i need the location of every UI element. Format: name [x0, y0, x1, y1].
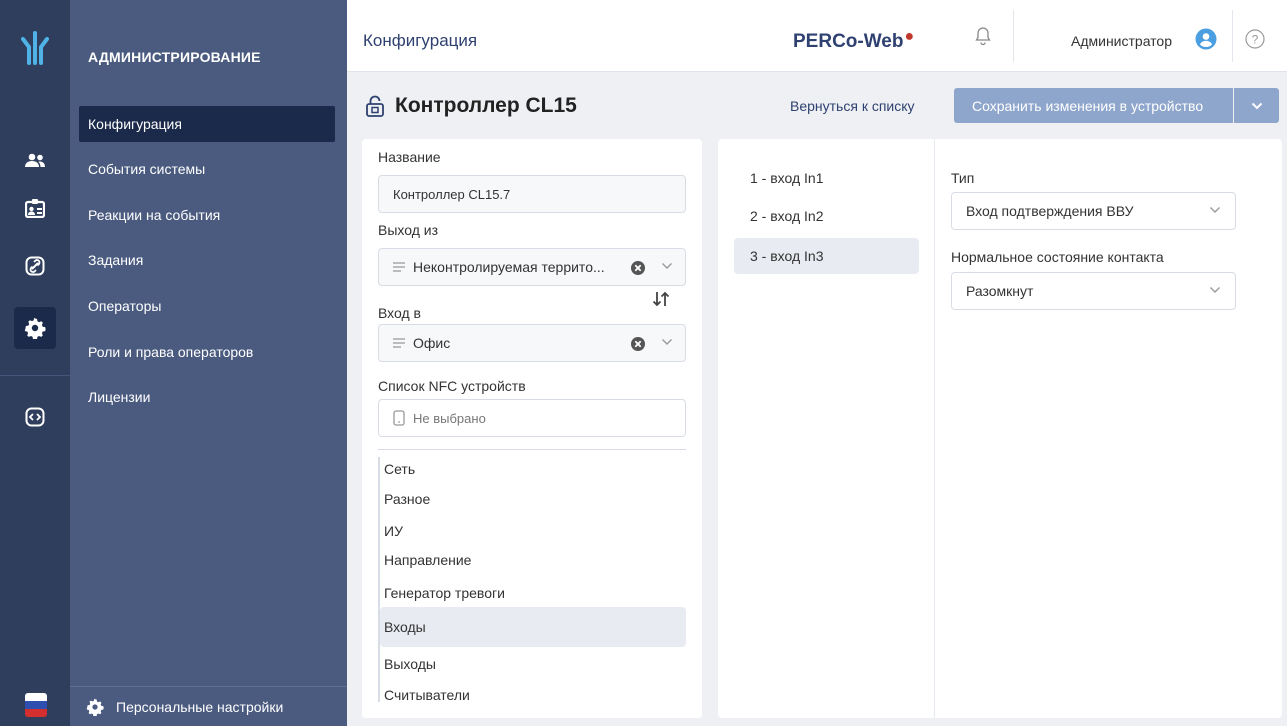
name-label: Название: [378, 149, 441, 165]
link-icon[interactable]: [14, 245, 56, 287]
avatar[interactable]: [1195, 28, 1217, 53]
nav-item-operators[interactable]: Операторы: [79, 288, 335, 324]
top-header: Конфигурация PERCo-Web● Администратор ?: [347, 0, 1287, 72]
user-name[interactable]: Администратор: [1071, 33, 1172, 49]
name-field[interactable]: Контроллер CL15.7: [378, 175, 686, 213]
section-misc[interactable]: Разное: [384, 491, 430, 507]
svg-text:?: ?: [1252, 33, 1259, 47]
chevron-down-icon: [1209, 206, 1221, 214]
nav-item-tasks[interactable]: Задания: [79, 242, 335, 278]
page-title-text: Контроллер CL15: [395, 94, 577, 117]
gear-icon: [86, 698, 104, 716]
contact-state-value: Разомкнут: [966, 283, 1034, 299]
type-label: Тип: [951, 170, 975, 186]
section-inputs[interactable]: Входы: [380, 607, 686, 647]
section-lock-devices[interactable]: ИУ: [384, 523, 403, 539]
phone-icon: [393, 410, 405, 426]
save-options-dropdown[interactable]: [1234, 88, 1279, 123]
entry-to-value: Офис: [413, 335, 451, 351]
logo-icon[interactable]: [0, 0, 70, 96]
chevron-down-icon[interactable]: [661, 262, 673, 270]
input-type-value: Вход подтверждения ВВУ: [966, 203, 1134, 219]
nfc-devices-select[interactable]: Не выбрано: [378, 399, 686, 437]
input-item-1[interactable]: 1 - вход In1: [734, 160, 919, 196]
device-form-panel: Название Контроллер CL15.7 Выход из Неко…: [362, 139, 702, 718]
nfc-list-label: Список NFC устройств: [378, 378, 526, 394]
nav-item-roles[interactable]: Роли и права операторов: [79, 334, 335, 370]
input-settings-panel: Тип Вход подтверждения ВВУ Нормальное со…: [934, 139, 1282, 718]
swap-direction-icon[interactable]: [652, 291, 670, 307]
input-item-3[interactable]: 3 - вход In3: [734, 238, 919, 274]
section-list-bar: [378, 457, 380, 702]
lock-icon: [365, 95, 385, 117]
inputs-list-panel: 1 - вход In1 2 - вход In2 3 - вход In3: [718, 139, 934, 718]
section-alarm-generator[interactable]: Генератор тревоги: [384, 585, 505, 601]
personal-settings-label: Персональные настройки: [116, 698, 284, 715]
nfc-placeholder: Не выбрано: [413, 410, 486, 426]
back-to-list-link[interactable]: Вернуться к списку: [790, 98, 915, 114]
nav-item-event-reactions[interactable]: Реакции на события: [79, 197, 335, 233]
help-icon[interactable]: ?: [1245, 29, 1265, 52]
save-to-device-button[interactable]: Сохранить изменения в устройство: [954, 88, 1233, 123]
gear-icon[interactable]: [14, 307, 56, 349]
clear-icon[interactable]: [630, 336, 646, 352]
header-divider: [1232, 10, 1233, 62]
chevron-down-icon: [1251, 102, 1263, 110]
section-divider: [378, 449, 686, 450]
nav-item-licenses[interactable]: Лицензии: [79, 379, 335, 415]
section-direction[interactable]: Направление: [384, 552, 471, 568]
chevron-down-icon: [1209, 286, 1221, 294]
section-readers[interactable]: Считыватели: [384, 687, 470, 703]
nav-item-system-events[interactable]: События системы: [79, 151, 335, 187]
exit-from-select[interactable]: Неконтролируемая террито...: [378, 248, 686, 286]
entry-to-select[interactable]: Офис: [378, 324, 686, 362]
page-title: Контроллер CL15: [365, 94, 577, 118]
clear-icon[interactable]: [630, 260, 646, 276]
code-icon[interactable]: [14, 396, 56, 438]
list-icon: [393, 262, 405, 272]
name-field-value: Контроллер CL15.7: [393, 186, 511, 202]
section-outputs[interactable]: Выходы: [384, 656, 436, 672]
exit-from-value: Неконтролируемая террито...: [413, 259, 605, 275]
people-icon[interactable]: [14, 140, 56, 182]
brand-logo: PERCo-Web●: [793, 28, 915, 52]
contact-state-select[interactable]: Разомкнут: [951, 272, 1236, 310]
section-network[interactable]: Сеть: [384, 461, 415, 477]
breadcrumb[interactable]: Конфигурация: [363, 31, 477, 51]
nav-section-title: АДМИНИСТРИРОВАНИЕ: [88, 49, 261, 65]
header-divider: [1013, 10, 1014, 62]
input-item-2[interactable]: 2 - вход In2: [734, 198, 919, 234]
contact-state-label: Нормальное состояние контакта: [951, 249, 1164, 265]
personal-settings-link[interactable]: Персональные настройки: [70, 686, 347, 726]
admin-nav: АДМИНИСТРИРОВАНИЕ Конфигурация События с…: [70, 0, 347, 726]
nav-item-configuration[interactable]: Конфигурация: [79, 106, 335, 142]
entry-to-label: Вход в: [378, 305, 421, 321]
rail-divider: [0, 375, 70, 376]
list-icon: [393, 338, 405, 348]
input-type-select[interactable]: Вход подтверждения ВВУ: [951, 192, 1236, 230]
flag-icon[interactable]: [25, 693, 47, 717]
chevron-down-icon[interactable]: [661, 338, 673, 346]
bell-icon[interactable]: [975, 26, 991, 49]
badge-icon[interactable]: [14, 187, 56, 229]
exit-from-label: Выход из: [378, 222, 439, 238]
icon-rail: [0, 0, 70, 726]
